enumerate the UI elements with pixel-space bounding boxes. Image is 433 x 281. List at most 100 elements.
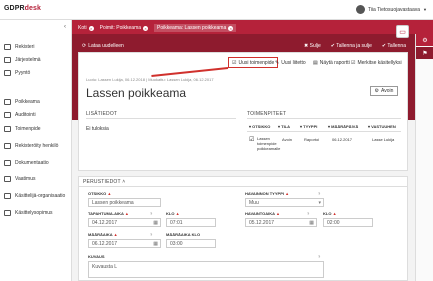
sidebar-item-label: Toimenpide — [15, 126, 41, 132]
divider — [86, 118, 236, 119]
lisatiedot-empty: Ei tuloksia — [86, 126, 109, 132]
reload-button[interactable]: ⟳ Lataa uudelleen — [82, 43, 124, 49]
book-icon — [4, 44, 11, 50]
kuvaus-label: KUVAUS — [88, 254, 105, 259]
tapahtuma-klo-label: KLO ▲ — [166, 211, 180, 216]
havainto-klo-input[interactable]: 02:00 — [323, 218, 373, 227]
maaraika-label: MÄÄRÄAIKA ▲ — [88, 232, 118, 237]
chevron-down-icon: ▾ — [318, 199, 321, 206]
new-action-button[interactable]: ☑ Uusi toimenpide — [228, 57, 279, 68]
column-header-vastuuhenkilo[interactable]: ▾ VASTUUHEN — [368, 124, 396, 129]
show-report-button[interactable]: ▤ Näytä raportti — [313, 58, 350, 67]
sidebar-item-auditointi[interactable]: Auditointi — [0, 109, 72, 121]
help-icon[interactable]: ? — [318, 191, 320, 196]
sidebar-item-label: Poikkeama — [15, 99, 40, 105]
mark-processed-button[interactable]: ☑ Merkitse käsitellyksi — [351, 58, 402, 67]
document-icon — [4, 160, 11, 166]
column-header-tila[interactable]: ▾ TILA — [278, 124, 290, 129]
inbox-icon — [4, 70, 11, 76]
sidebar-item-label: Dokumentaatio — [15, 160, 49, 166]
calendar-icon[interactable]: ▦ — [309, 220, 314, 226]
column-header-otsikko[interactable]: ▾ OTSIKKO — [249, 124, 270, 129]
user-icon — [4, 143, 11, 149]
tapahtuma-aika-date[interactable]: 04.12.2017 ▦ — [88, 218, 161, 227]
breadcrumb: Koti × Poimit: Poikkeama × Poikkeama: Lass… — [78, 23, 237, 33]
monitor-icon — [4, 57, 11, 63]
help-icon[interactable]: ? — [150, 211, 152, 216]
sidebar: ‹ Rekisteri Järjestelmä Pyyntö Poikkeama… — [0, 20, 72, 281]
contract-icon — [4, 210, 11, 216]
havainnon-tyyppi-label: HAVAINNON TYYPPI ▲ — [245, 191, 290, 196]
record-meta: Luotu: Lassen Lukija, 06.12.2018 | Muoka… — [86, 77, 214, 82]
breadcrumb-list[interactable]: Poimit: Poikkeama × — [100, 25, 149, 31]
sidebar-item-label: Käsittelijä-organisaatio — [15, 193, 66, 199]
save-button[interactable]: ✔ Tallenna — [382, 43, 406, 49]
divider — [247, 131, 401, 132]
sidebar-item-kasittelija[interactable]: Käsittelijä-organisaatio — [0, 190, 72, 202]
breadcrumb-home[interactable]: Koti × — [78, 25, 94, 31]
divider — [247, 118, 401, 119]
sidebar-item-pyynto[interactable]: Pyyntö — [0, 67, 72, 79]
top-bar: GDPRdesk Tiia Tietosuojavastaava ▼ — [0, 0, 433, 20]
maaraika-klo-label: MÄÄRÄAIKA KLO — [166, 232, 201, 237]
kuvaus-textarea[interactable]: Kuvausta L — [88, 261, 324, 278]
close-button[interactable]: ✖ Sulje — [304, 43, 321, 49]
table-cell-type: Raportoi — [304, 137, 320, 142]
perustiedot-heading[interactable]: PERUSTIEDOT ˄ — [83, 179, 125, 185]
right-rail: ⚙ ⚑ — [415, 34, 433, 281]
sidebar-item-vaatimus[interactable]: Vaatimus — [0, 173, 72, 185]
table-cell-title[interactable]: Lassen toimenpide poikkeamalle — [257, 136, 280, 151]
folder-icon[interactable]: ▭ — [396, 25, 409, 38]
otsikko-input[interactable]: Lassen poikkeama — [88, 198, 161, 207]
sidebar-item-label: Käsittelysopimus — [15, 210, 53, 216]
checkbox-icon: ☑ — [232, 59, 237, 66]
tapahtuma-aika-label: TAPAHTUMA-AIKA ▲ — [88, 211, 129, 216]
new-attachment-button[interactable]: ✎ Uusi liitetto — [275, 58, 306, 67]
breadcrumb-current[interactable]: Poikkeama: Lassen poikkeama × — [154, 24, 237, 32]
check-icon: ☑ — [351, 59, 356, 66]
column-header-maarapaiva[interactable]: ▾ MÄÄRÄPÄIVÄ — [328, 124, 358, 129]
divider — [78, 186, 408, 187]
collapse-sidebar-icon[interactable]: ‹ — [64, 24, 66, 30]
user-menu[interactable]: Tiia Tietosuojavastaava ▼ — [355, 5, 427, 14]
column-header-tyyppi[interactable]: ▾ TYYPPI — [300, 124, 317, 129]
edit-icon: ✎ — [275, 59, 280, 66]
settings-icon[interactable]: ⚙ — [416, 34, 433, 46]
sidebar-item-dokumentaatio[interactable]: Dokumentaatio — [0, 157, 72, 169]
sidebar-item-toimenpide[interactable]: Toimenpide — [0, 123, 72, 135]
sidebar-item-rekisteri[interactable]: Rekisteri — [0, 41, 72, 53]
refresh-icon: ⟳ — [82, 42, 87, 49]
settings-icon: ⚙ — [374, 88, 380, 94]
chevron-down-icon: ▼ — [423, 7, 427, 12]
calendar-icon[interactable]: ▦ — [153, 241, 158, 247]
help-icon[interactable]: ? — [307, 211, 309, 216]
help-icon[interactable]: ? — [318, 254, 320, 259]
chevron-up-icon: ˄ — [122, 179, 126, 185]
row-checkbox-icon[interactable]: ☑ — [249, 136, 254, 143]
sidebar-item-kasittelysopimus[interactable]: Käsittelysopimus — [0, 207, 72, 219]
maaraika-date[interactable]: 06.12.2017 ▦ — [88, 239, 161, 248]
close-icon[interactable]: × — [88, 25, 94, 31]
close-icon[interactable]: × — [228, 25, 234, 31]
tapahtuma-klo-input[interactable]: 07:01 — [166, 218, 216, 227]
sidebar-item-poikkeama[interactable]: Poikkeama — [0, 96, 72, 108]
save-close-button[interactable]: ✔ Tallenna ja sulje — [331, 43, 372, 49]
page-title: Lassen poikkeama — [86, 86, 187, 100]
organization-icon — [4, 193, 11, 199]
havainnon-tyyppi-select[interactable]: Muu ▾ — [245, 198, 324, 207]
warning-icon — [4, 99, 11, 105]
status-button[interactable]: ⚙ Avoin — [370, 86, 398, 96]
sidebar-item-label: Vaatimus — [15, 176, 36, 182]
maaraika-klo-input[interactable]: 03:00 — [166, 239, 216, 248]
havaintoaika-date[interactable]: 05.12.2017 ▦ — [245, 218, 317, 227]
close-icon[interactable]: × — [143, 25, 149, 31]
user-name: Tiia Tietosuojavastaava — [367, 6, 421, 13]
lisatiedot-heading: LISÄTIEDOT — [86, 111, 118, 117]
sidebar-item-label: Pyyntö — [15, 70, 31, 76]
sidebar-item-rekisteroity[interactable]: Rekisteröity henkilö — [0, 140, 72, 152]
sidebar-item-jarjestelma[interactable]: Järjestelmä — [0, 54, 72, 66]
flag-icon[interactable]: ⚑ — [416, 47, 433, 59]
calendar-icon[interactable]: ▦ — [153, 220, 158, 226]
app-logo[interactable]: GDPRdesk — [4, 5, 41, 12]
help-icon[interactable]: ? — [150, 232, 152, 237]
